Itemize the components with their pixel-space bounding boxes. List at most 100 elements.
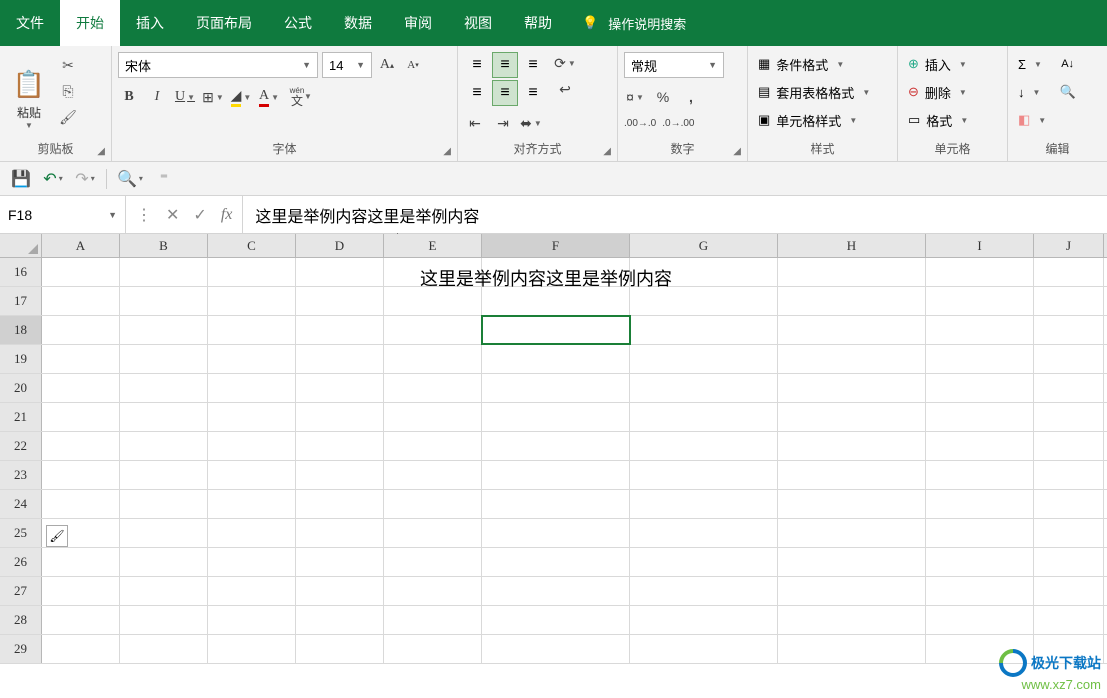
cell-C20[interactable] <box>208 374 296 402</box>
comma-format-button[interactable]: , <box>680 86 702 108</box>
copy-button[interactable]: ⎘ <box>56 80 80 102</box>
cell-I23[interactable] <box>926 461 1034 489</box>
cell-D22[interactable] <box>296 432 384 460</box>
cell-D23[interactable] <box>296 461 384 489</box>
row-header-26[interactable]: 26 <box>0 548 42 576</box>
cell-D19[interactable] <box>296 345 384 373</box>
insert-cells-button[interactable]: ⊕插入▼ <box>904 52 972 76</box>
cell-B24[interactable] <box>120 490 208 518</box>
cell-A19[interactable] <box>42 345 120 373</box>
cell-J17[interactable] <box>1034 287 1104 315</box>
align-top-center[interactable]: ≡ <box>492 52 518 78</box>
cell-I19[interactable] <box>926 345 1034 373</box>
cell-C22[interactable] <box>208 432 296 460</box>
cell-B29[interactable] <box>120 635 208 663</box>
row-header-19[interactable]: 19 <box>0 345 42 373</box>
row-header-23[interactable]: 23 <box>0 461 42 489</box>
increase-decimal-button[interactable]: .00→.0 <box>624 112 656 134</box>
fx-icon[interactable]: fx <box>221 206 233 224</box>
cell-E18[interactable] <box>384 316 482 344</box>
cell-H29[interactable] <box>778 635 926 663</box>
align-top-left[interactable]: ≡ <box>464 52 490 78</box>
cell-I21[interactable] <box>926 403 1034 431</box>
cell-G18[interactable] <box>630 316 778 344</box>
clear-button[interactable]: ◧▼ <box>1014 108 1080 132</box>
cell-H27[interactable] <box>778 577 926 605</box>
row-header-28[interactable]: 28 <box>0 606 42 634</box>
cell-C21[interactable] <box>208 403 296 431</box>
cell-E17[interactable] <box>384 287 482 315</box>
cell-I26[interactable] <box>926 548 1034 576</box>
cell-F26[interactable] <box>482 548 630 576</box>
cell-F19[interactable] <box>482 345 630 373</box>
cell-D17[interactable] <box>296 287 384 315</box>
cell-C29[interactable] <box>208 635 296 663</box>
column-header-J[interactable]: J <box>1034 234 1104 257</box>
cell-B23[interactable] <box>120 461 208 489</box>
cell-H24[interactable] <box>778 490 926 518</box>
cell-F17[interactable] <box>482 287 630 315</box>
tell-me-search[interactable]: 💡 操作说明搜索 <box>568 0 700 46</box>
column-header-E[interactable]: E <box>384 234 482 257</box>
cell-A24[interactable] <box>42 490 120 518</box>
cell-B26[interactable] <box>120 548 208 576</box>
cell-G24[interactable] <box>630 490 778 518</box>
tab-file[interactable]: 文件 <box>0 0 60 46</box>
cell-E25[interactable] <box>384 519 482 547</box>
cell-B22[interactable] <box>120 432 208 460</box>
cell-H22[interactable] <box>778 432 926 460</box>
row-header-21[interactable]: 21 <box>0 403 42 431</box>
cell-B21[interactable] <box>120 403 208 431</box>
cell-H19[interactable] <box>778 345 926 373</box>
formula-bar[interactable]: 这里是举例内容这里是举例内容 <box>243 196 1107 233</box>
row-header-27[interactable]: 27 <box>0 577 42 605</box>
undo-button[interactable]: ↶▾ <box>42 168 64 190</box>
cell-B19[interactable] <box>120 345 208 373</box>
cell-G26[interactable] <box>630 548 778 576</box>
cell-A27[interactable] <box>42 577 120 605</box>
cell-C16[interactable] <box>208 258 296 286</box>
cell-H17[interactable] <box>778 287 926 315</box>
number-launcher[interactable]: ◢ <box>733 146 741 157</box>
cell-J16[interactable] <box>1034 258 1104 286</box>
font-size-combo[interactable]: 14▼ <box>322 52 372 78</box>
tab-insert[interactable]: 插入 <box>120 0 180 46</box>
cell-F24[interactable] <box>482 490 630 518</box>
format-painter-button[interactable]: 🖌 <box>56 106 80 128</box>
cell-C25[interactable] <box>208 519 296 547</box>
fill-color-button[interactable]: ◢▼ <box>230 86 252 108</box>
cell-A22[interactable] <box>42 432 120 460</box>
row-header-16[interactable]: 16 <box>0 258 42 286</box>
phonetic-button[interactable]: wén 文 ▼ <box>286 86 308 108</box>
cell-B20[interactable] <box>120 374 208 402</box>
increase-font-button[interactable]: A▴ <box>376 54 398 76</box>
cell-A20[interactable] <box>42 374 120 402</box>
cell-H25[interactable] <box>778 519 926 547</box>
row-header-17[interactable]: 17 <box>0 287 42 315</box>
qat-customize[interactable]: ⁼ <box>153 168 175 190</box>
alignment-launcher[interactable]: ◢ <box>603 146 611 157</box>
cell-I28[interactable] <box>926 606 1034 634</box>
cell-F20[interactable] <box>482 374 630 402</box>
row-header-29[interactable]: 29 <box>0 635 42 663</box>
column-header-D[interactable]: D <box>296 234 384 257</box>
cell-F22[interactable] <box>482 432 630 460</box>
cell-G29[interactable] <box>630 635 778 663</box>
cell-I24[interactable] <box>926 490 1034 518</box>
row-header-24[interactable]: 24 <box>0 490 42 518</box>
clipboard-launcher[interactable]: ◢ <box>97 146 105 157</box>
cell-G20[interactable] <box>630 374 778 402</box>
cell-F28[interactable] <box>482 606 630 634</box>
row-header-18[interactable]: 18 <box>0 316 42 344</box>
align-top-right[interactable]: ≡ <box>520 52 546 78</box>
cell-E24[interactable] <box>384 490 482 518</box>
decrease-font-button[interactable]: A▾ <box>402 54 424 76</box>
percent-format-button[interactable]: % <box>652 86 674 108</box>
cell-C27[interactable] <box>208 577 296 605</box>
cell-D27[interactable] <box>296 577 384 605</box>
cell-E22[interactable] <box>384 432 482 460</box>
cell-J25[interactable] <box>1034 519 1104 547</box>
cell-E28[interactable] <box>384 606 482 634</box>
merge-button[interactable]: ⬌▼ <box>520 112 542 134</box>
cell-G25[interactable] <box>630 519 778 547</box>
